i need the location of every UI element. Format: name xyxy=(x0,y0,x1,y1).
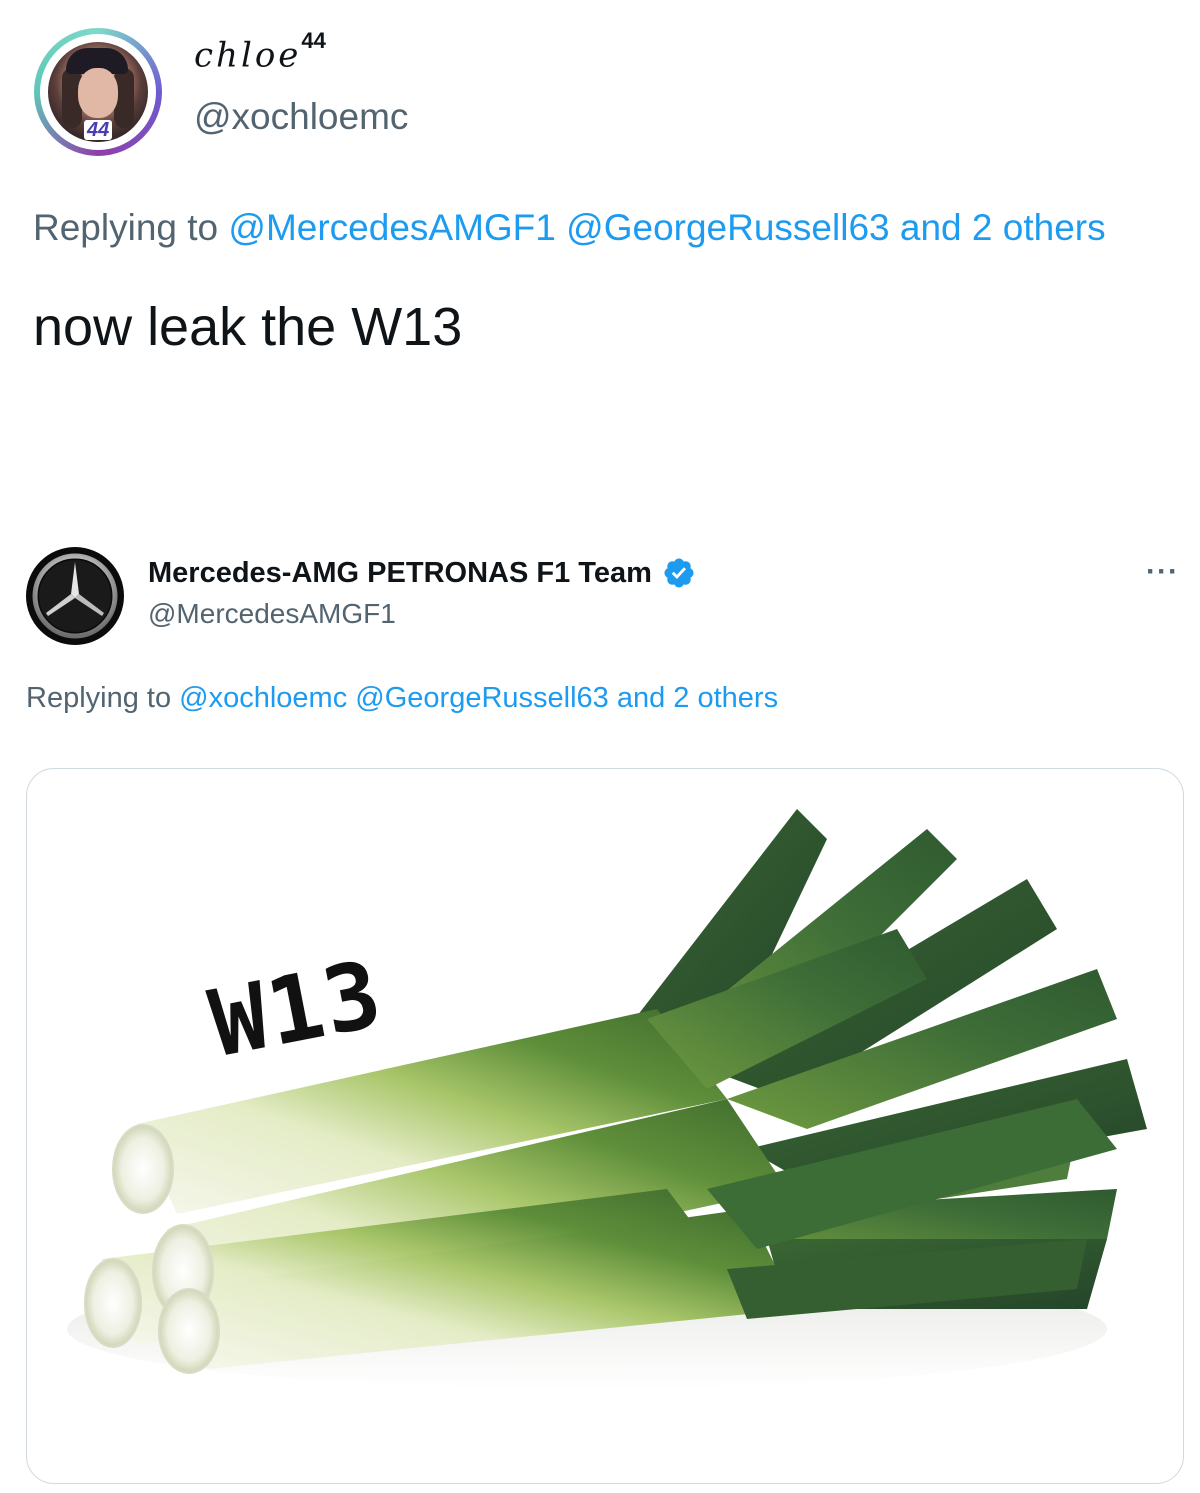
mention-link[interactable]: @GeorgeRussell63 xyxy=(566,207,889,248)
mention-link[interactable]: @MercedesAMGF1 xyxy=(228,207,555,248)
replying-to-line: Replying to @MercedesAMGF1 @GeorgeRussel… xyxy=(33,207,1106,249)
more-options-icon[interactable]: ··· xyxy=(1146,555,1179,589)
mention-link[interactable]: @GeorgeRussell63 xyxy=(355,682,609,714)
leek-image xyxy=(67,809,1147,1389)
replying-to-label: Replying to xyxy=(26,682,172,714)
tweet-text: now leak the W13 xyxy=(33,297,463,357)
reply-others-link[interactable]: and 2 others xyxy=(900,207,1106,248)
verified-badge-icon xyxy=(664,558,694,588)
mercedes-display-name[interactable]: Mercedes-AMG PETRONAS F1 Team xyxy=(148,556,696,590)
mercedes-star-icon xyxy=(32,553,118,639)
chloe-handle[interactable]: @xochloemc xyxy=(194,96,408,138)
display-name-superscript: 44 xyxy=(301,28,326,53)
display-name-text: chloe xyxy=(194,35,302,76)
chloe-avatar[interactable]: 44 xyxy=(34,28,162,156)
reply-others-link[interactable]: and 2 others xyxy=(617,682,778,714)
tweet-media-image[interactable] xyxy=(26,768,1184,1484)
mention-link[interactable]: @xochloemc xyxy=(179,682,347,714)
replying-to-label: Replying to xyxy=(33,207,219,248)
replying-to-line: Replying to @xochloemc @GeorgeRussell63 … xyxy=(26,682,778,715)
mercedes-handle[interactable]: @MercedesAMGF1 xyxy=(148,598,396,630)
display-name-text: Mercedes-AMG PETRONAS F1 Team xyxy=(148,556,652,589)
avatar-badge-number: 44 xyxy=(84,120,113,140)
chloe-display-name[interactable]: chloe44 xyxy=(194,28,326,76)
mercedes-avatar[interactable] xyxy=(26,547,124,645)
